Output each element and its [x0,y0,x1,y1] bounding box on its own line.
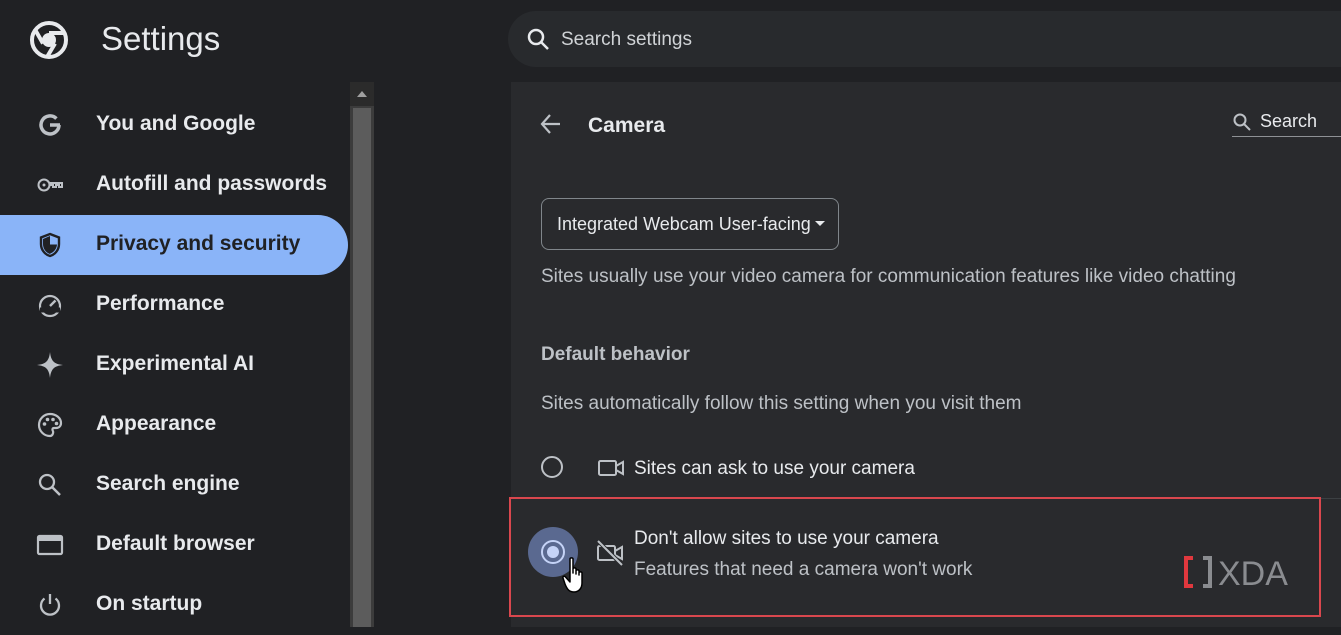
sidebar-item-label: Experimental AI [96,352,254,375]
watermark-text: XDA [1218,555,1288,592]
page-search-label: Search [1260,111,1318,131]
sidebar-item-you-and-google[interactable]: You and Google [0,95,348,155]
sidebar-item-experimental-ai[interactable]: Experimental AI [0,335,348,395]
sidebar-item-on-startup[interactable]: On startup [0,575,348,635]
page-title: Camera [588,114,666,137]
sidebar-item-autofill[interactable]: Autofill and passwords [0,155,348,215]
back-arrow-icon[interactable] [538,111,564,137]
top-bar: Settings [0,0,1341,80]
speedometer-icon [36,291,64,319]
browser-window-icon [36,531,64,559]
page-search-field[interactable]: Search [1232,108,1341,137]
sparkle-icon [36,351,64,379]
search-settings-input[interactable] [559,25,1063,55]
sidebar-item-label: Appearance [96,412,217,435]
chrome-logo-icon[interactable] [30,21,68,59]
camera-device-selected: Integrated Webcam User-facing [557,214,811,234]
search-icon [1233,113,1251,131]
default-behavior-heading: Default behavior [541,344,690,365]
sidebar-item-privacy-security[interactable]: Privacy and security [0,215,348,275]
chevron-up-icon [357,91,367,97]
search-icon [36,471,64,499]
radio-button[interactable] [541,456,563,478]
sidebar-item-label: Search engine [96,472,240,495]
sidebar-item-label: Autofill and passwords [96,172,328,195]
search-icon [527,28,549,50]
videocam-icon [598,460,624,476]
shield-icon [36,231,64,259]
sidebar-item-performance[interactable]: Performance [0,275,348,335]
sidebar-item-label: Performance [96,292,225,315]
sidebar-item-label: You and Google [96,112,256,135]
app-title: Settings [101,20,221,57]
camera-description: Sites usually use your video camera for … [541,266,1236,287]
camera-device-select[interactable]: Integrated Webcam User-facing [541,198,839,250]
option-label: Sites can ask to use your camera [634,458,915,479]
sidebar-item-default-browser[interactable]: Default browser [0,515,348,575]
sidebar-item-label: On startup [96,592,203,615]
key-icon [36,171,64,199]
sidebar-item-label: Default browser [96,532,255,555]
palette-icon [36,411,64,439]
option-allow-camera-ask[interactable]: Sites can ask to use your camera [511,438,1341,499]
sidebar-scrollbar[interactable] [350,82,374,627]
sidebar: You and Google Autofill and passwords Pr… [0,82,350,627]
settings-search-bar[interactable] [508,11,1341,67]
google-g-icon [36,111,64,139]
sidebar-item-appearance[interactable]: Appearance [0,395,348,455]
xda-watermark-logo: XDA [1184,555,1288,592]
caret-down-icon [815,221,825,226]
default-behavior-description: Sites automatically follow this setting … [541,393,1022,414]
sidebar-item-label: Privacy and security [96,232,301,255]
scroll-thumb[interactable] [353,108,371,627]
scroll-up-button[interactable] [350,82,374,106]
sidebar-item-search-engine[interactable]: Search engine [0,455,348,515]
power-icon [36,591,64,619]
